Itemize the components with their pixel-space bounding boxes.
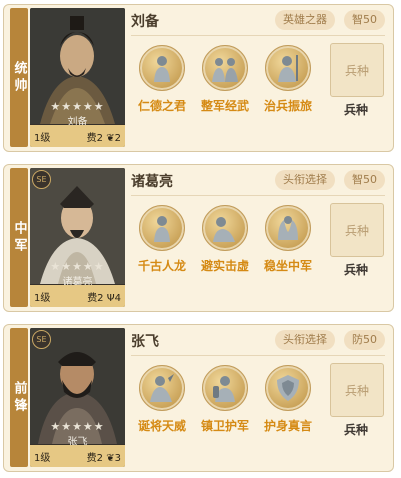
hero-cost: 费2 [87, 292, 104, 304]
hero-info-bar: 1级 费2 Ψ4 [30, 285, 125, 307]
generation-badge: SE [32, 330, 51, 349]
troop-select-button[interactable]: 兵种 [330, 363, 384, 417]
title-select-tag[interactable]: 头衔选择 [275, 330, 335, 350]
star-rating: ★★★★★ [50, 260, 105, 273]
team-panel: 统帅 ★★★★★ 刘备 1级 费2 ❦2 刘备 英雄之器 智50 仁德之君 整军… [3, 4, 394, 152]
trident-icon: Ψ [106, 292, 115, 304]
skill-name: 诞将天威 [137, 419, 186, 433]
stat-tag: 智50 [344, 170, 385, 190]
hero-card[interactable]: SE ★★★★★ 张飞 1级 费2 ❦3 [30, 328, 125, 467]
star-rating: ★★★★★ [50, 100, 105, 113]
skill-name: 镇卫护军 [200, 419, 249, 433]
hero-info-bar: 1级 费2 ❦2 [30, 125, 125, 147]
star-rating: ★★★★★ [50, 420, 105, 433]
guard-icon [202, 365, 248, 411]
statue-icon [139, 205, 185, 251]
team-panel: 中军 SE ★★★★★ 诸葛亮 1级 费2 Ψ4 诸葛亮 头衔选择 智50 千古… [3, 164, 394, 312]
divider [131, 355, 385, 356]
troop-label: 兵种 [343, 103, 368, 117]
hero-card[interactable]: SE ★★★★★ 诸葛亮 1级 费2 Ψ4 [30, 168, 125, 307]
position-label: 统帅 [10, 8, 28, 147]
stat-tag: 智50 [344, 10, 385, 30]
position-label: 中军 [10, 168, 28, 307]
divider [131, 195, 385, 196]
skill-name: 稳坐中军 [263, 259, 312, 273]
skill-slot[interactable]: 整军经武 [194, 45, 256, 114]
hero-level: 1级 [34, 292, 51, 304]
skill-name: 避实击虚 [200, 259, 249, 273]
stat-tag: 防50 [344, 330, 385, 350]
hero-cost: 费2 [86, 452, 104, 464]
hero-title: 张飞 [131, 334, 159, 350]
skill-slot[interactable]: 千古人龙 [131, 205, 193, 274]
troop-select-button[interactable]: 兵种 [330, 43, 384, 97]
kneeling-icon [202, 205, 248, 251]
skill-name: 治兵振旅 [263, 99, 312, 113]
feather-icon: ❦ [106, 452, 115, 464]
hero-info-bar: 1级 费2 ❦3 [30, 445, 125, 467]
skill-slot[interactable]: 仁德之君 [131, 45, 193, 114]
skill-slot[interactable]: 护身真言 [257, 365, 319, 434]
skill-name: 千古人龙 [137, 259, 186, 273]
shield-icon [265, 365, 311, 411]
generation-badge: SE [32, 170, 51, 189]
hero-level: 1级 [34, 452, 51, 464]
position-label: 前锋 [10, 328, 28, 467]
skill-slot[interactable]: 诞将天威 [131, 365, 193, 434]
hero-extra: 4 [114, 292, 121, 304]
hero-extra: 3 [114, 452, 121, 464]
hero-card[interactable]: ★★★★★ 刘备 1级 费2 ❦2 [30, 8, 125, 147]
general-icon [265, 45, 311, 91]
skill-slot[interactable]: 镇卫护军 [194, 365, 256, 434]
skill-slot[interactable]: 避实击虚 [194, 205, 256, 274]
divider [131, 35, 385, 36]
skill-name: 整军经武 [200, 99, 249, 113]
hero-extra: 2 [114, 132, 121, 144]
troop-label: 兵种 [343, 423, 368, 437]
hero-level: 1级 [34, 132, 51, 144]
feather-icon: ❦ [106, 132, 115, 144]
skill-name: 仁德之君 [137, 99, 186, 113]
hands-icon [265, 205, 311, 251]
team-panel: 前锋 SE ★★★★★ 张飞 1级 费2 ❦3 张飞 头衔选择 防50 诞将天威… [3, 324, 394, 472]
soldiers-icon [202, 45, 248, 91]
troop-select-button[interactable]: 兵种 [330, 203, 384, 257]
skill-name: 护身真言 [263, 419, 312, 433]
troop-label: 兵种 [343, 263, 368, 277]
title-select-tag[interactable]: 英雄之器 [275, 10, 335, 30]
hero-title: 刘备 [131, 14, 159, 30]
statue-icon [139, 45, 185, 91]
skill-slot[interactable]: 治兵振旅 [257, 45, 319, 114]
title-select-tag[interactable]: 头衔选择 [275, 170, 335, 190]
skill-slot[interactable]: 稳坐中军 [257, 205, 319, 274]
hero-title: 诸葛亮 [131, 174, 173, 190]
warrior-icon [139, 365, 185, 411]
hero-cost: 费2 [86, 132, 104, 144]
